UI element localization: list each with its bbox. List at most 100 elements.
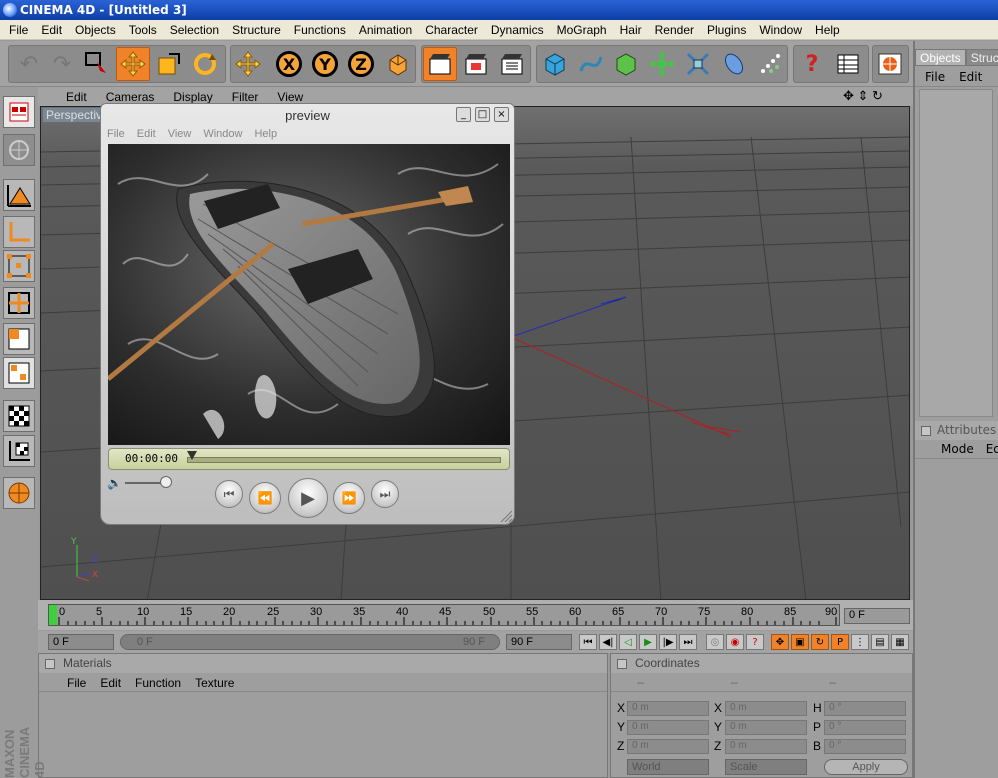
menu-selection[interactable]: Selection [165,23,227,37]
undo-icon[interactable]: ↶ [12,47,46,81]
animation-settings-icon[interactable]: ▤ [871,634,889,650]
skip-start-button[interactable]: ⏮ [215,480,243,508]
menu-objects[interactable]: Objects [70,23,124,37]
menu-file[interactable]: File [4,23,36,37]
apply-button[interactable]: Apply [824,759,908,775]
position-z-field[interactable]: 0 m [627,739,709,754]
skip-end-button[interactable]: ⏭ [371,480,399,508]
polygons-mode-icon[interactable] [3,323,35,355]
coordinate-system-icon[interactable] [381,47,415,81]
timeline-layout-icon[interactable]: ▦ [891,634,909,650]
previous-key-icon[interactable]: ◀| [599,634,617,650]
viewport-menu-cameras[interactable]: Cameras [106,90,174,104]
scrub-track[interactable] [187,457,501,463]
materials-menu-edit[interactable]: Edit [100,676,121,690]
attributes-toggle[interactable] [921,426,931,436]
array-icon[interactable] [645,47,679,81]
render-settings-icon[interactable] [495,47,529,81]
menu-dynamics[interactable]: Dynamics [486,23,552,37]
object-list[interactable] [919,89,993,417]
deformer-icon[interactable] [681,47,715,81]
next-key-icon[interactable]: |▶ [659,634,677,650]
redo-icon[interactable]: ↷ [45,47,79,81]
move-tool-icon[interactable] [116,47,150,81]
viewport-menu-display[interactable]: Display [173,90,231,104]
particle-icon[interactable] [753,47,787,81]
size-y-field[interactable]: 0 m [725,720,807,735]
edges-mode-icon[interactable] [3,287,35,319]
axis-tool-icon[interactable] [3,216,35,248]
menu-window[interactable]: Window [754,23,810,37]
start-frame-field[interactable]: 0 F [48,634,114,650]
fast-forward-button[interactable]: ⏩ [333,482,365,514]
tab-objects[interactable]: Objects [915,49,966,66]
materials-menu-function[interactable]: Function [135,676,181,690]
layout-table-icon[interactable] [831,47,865,81]
size-x-field[interactable]: 0 m [725,701,807,716]
nurbs-icon[interactable] [609,47,643,81]
size-mode-dropdown[interactable]: Scale [725,759,807,775]
menu-structure[interactable]: Structure [227,23,289,37]
current-frame-field[interactable]: 0 F [844,608,910,624]
menu-render[interactable]: Render [650,23,702,37]
z-axis-lock-icon[interactable]: Z [344,47,378,81]
record-keys-icon[interactable]: ◎ [706,634,724,650]
materials-toggle[interactable] [45,659,55,669]
materials-menu-texture[interactable]: Texture [195,676,234,690]
coordinate-mode-dropdown[interactable]: World [627,759,709,775]
autokey-icon[interactable]: ◉ [726,634,744,650]
rewind-button[interactable]: ⏪ [249,482,281,514]
timeline-ruler[interactable]: 0 5 10 15 20 25 30 35 40 45 50 55 60 65 … [48,604,840,626]
record-rotation-icon[interactable]: ↻ [811,634,829,650]
render-picture-icon[interactable] [459,47,493,81]
position-y-field[interactable]: 0 m [627,720,709,735]
playhead-icon[interactable] [187,451,197,461]
preview-menu-help[interactable]: Help [254,128,277,140]
record-scale-icon[interactable]: ▣ [791,634,809,650]
rotation-h-field[interactable]: 0 ° [824,701,906,716]
menu-mograph[interactable]: MoGraph [552,23,615,37]
record-pla-icon[interactable]: ⋮ [851,634,869,650]
menu-plugins[interactable]: Plugins [702,23,754,37]
record-position-icon[interactable]: ✥ [771,634,789,650]
model-mode-icon[interactable] [3,134,35,166]
uv-mode-icon[interactable] [3,357,35,389]
go-to-start-icon[interactable]: ⏮ [579,634,597,650]
preview-menu-window[interactable]: Window [203,128,242,140]
viewport-menu-view[interactable]: View [277,90,322,104]
minimize-button[interactable]: _ [456,107,471,122]
scale-tool-icon[interactable] [152,47,186,81]
web-browser-icon[interactable] [873,47,907,81]
y-axis-lock-icon[interactable]: Y [308,47,342,81]
play-button[interactable]: ▶ [288,478,328,518]
attributes-menu-edit[interactable]: Edit [986,442,998,456]
close-button[interactable]: × [494,107,509,122]
viewport-menu-filter[interactable]: Filter [232,90,278,104]
play-forward-icon[interactable]: ▶ [639,634,657,650]
menu-animation[interactable]: Animation [354,23,420,37]
resize-grip-icon[interactable] [499,509,513,523]
object-axis-icon[interactable] [3,179,35,211]
layout-icon[interactable] [3,96,35,128]
rotate-tool-icon[interactable] [188,47,222,81]
points-mode-icon[interactable] [3,250,35,282]
help-cursor-icon[interactable]: ? [795,47,829,81]
end-frame-field[interactable]: 90 F [506,634,572,650]
menu-functions[interactable]: Functions [289,23,354,37]
live-select-icon[interactable] [80,47,114,81]
render-view-icon[interactable] [423,47,457,81]
maximize-button[interactable]: □ [475,107,490,122]
play-backward-icon[interactable]: ◁ [619,634,637,650]
menu-character[interactable]: Character [420,23,486,37]
spline-icon[interactable] [574,47,608,81]
texture-axis-icon[interactable] [3,435,35,467]
tab-structure[interactable]: Structu [965,49,998,66]
frame-range-slider[interactable]: 0 F 90 F [120,634,500,650]
viewport-menu-edit[interactable]: Edit [66,90,106,104]
objects-menu-file[interactable]: File [919,70,945,84]
animation-mode-icon[interactable] [3,477,35,509]
preview-menu-edit[interactable]: Edit [137,128,156,140]
texture-mode-icon[interactable] [3,400,35,432]
rotation-b-field[interactable]: 0 ° [824,739,906,754]
coordinates-toggle[interactable] [617,659,627,669]
